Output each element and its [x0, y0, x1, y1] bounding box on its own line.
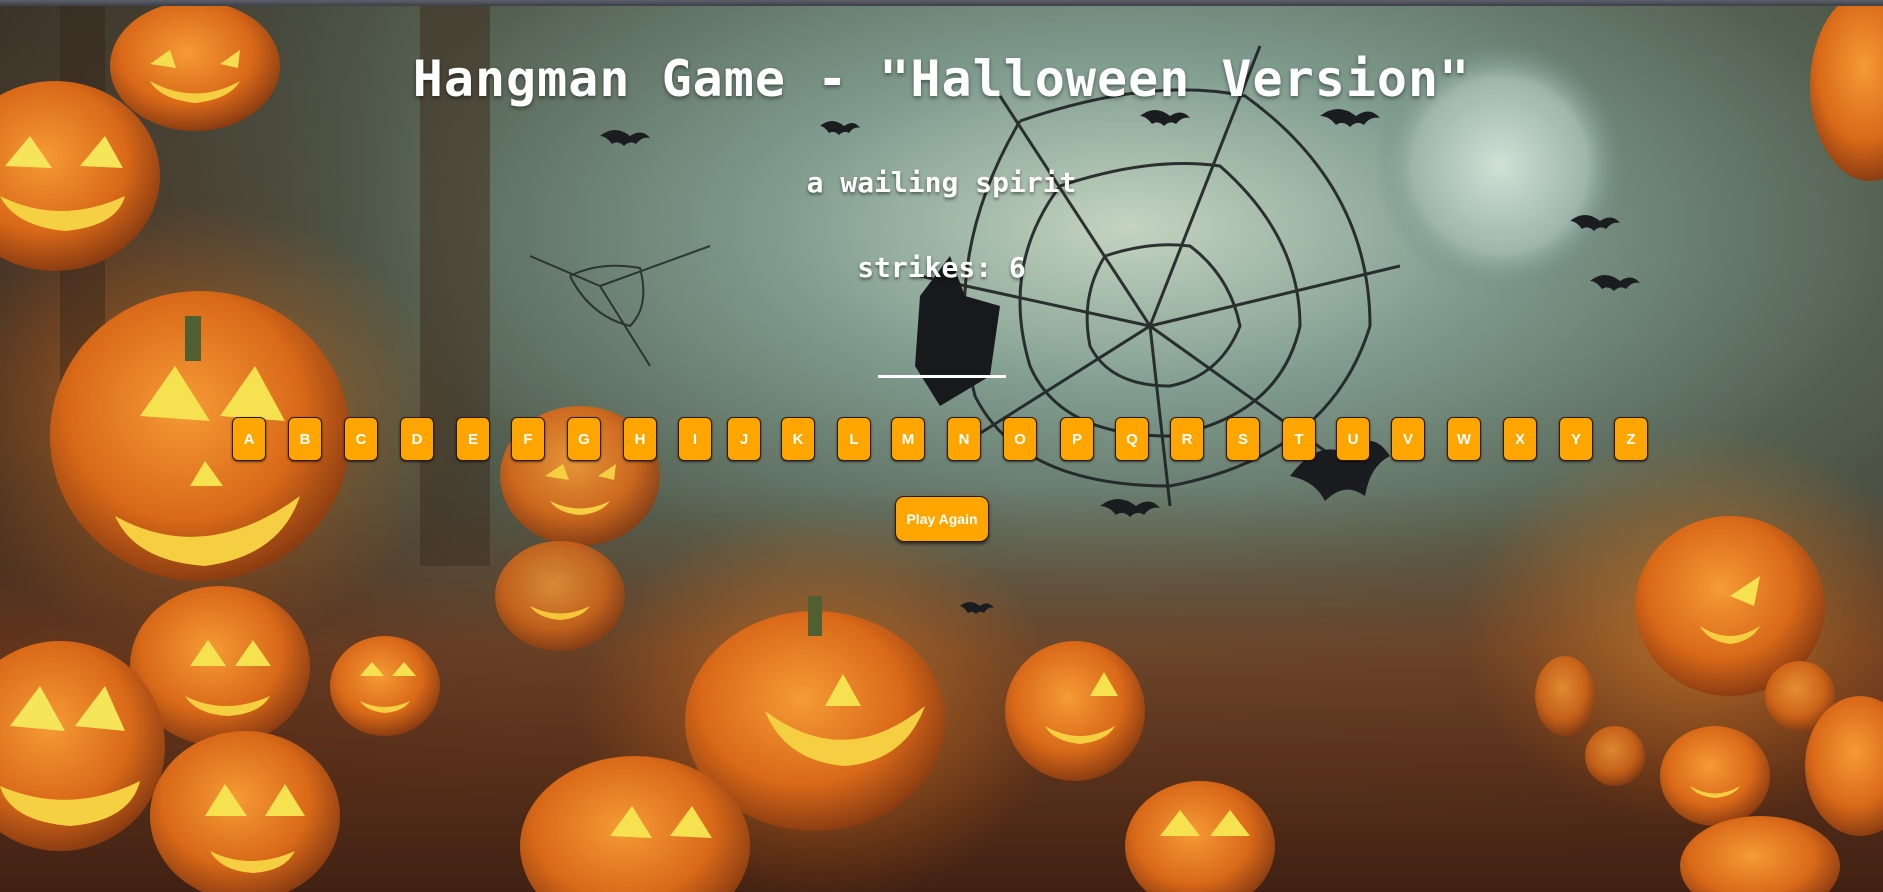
- letter-button-q[interactable]: Q: [1115, 417, 1149, 461]
- letter-button-z[interactable]: Z: [1614, 417, 1648, 461]
- letter-button-n[interactable]: N: [947, 417, 981, 461]
- letter-button-w[interactable]: W: [1447, 417, 1481, 461]
- window-top-edge: [0, 0, 1883, 6]
- letter-button-o[interactable]: O: [1003, 417, 1037, 461]
- play-again-button[interactable]: Play Again: [895, 496, 989, 542]
- letter-button-d[interactable]: D: [400, 417, 434, 461]
- letter-button-c[interactable]: C: [344, 417, 378, 461]
- letter-button-j[interactable]: J: [727, 417, 761, 461]
- strikes-counter: strikes: 6: [857, 251, 1026, 284]
- letter-button-a[interactable]: A: [232, 417, 266, 461]
- letter-button-i[interactable]: I: [678, 417, 712, 461]
- browser-viewport: Hangman Game - "Halloween Version" a wai…: [0, 0, 1883, 892]
- letter-button-l[interactable]: L: [837, 417, 871, 461]
- letter-button-k[interactable]: K: [781, 417, 815, 461]
- letter-button-t[interactable]: T: [1282, 417, 1316, 461]
- page-title: Hangman Game - "Halloween Version": [412, 50, 1471, 108]
- word-slots: [878, 375, 1006, 379]
- word-hint: a wailing spirit: [806, 166, 1077, 199]
- letter-keyboard: A B C D E F G H I J K L M N O P Q R S T …: [232, 417, 1652, 463]
- letter-button-x[interactable]: X: [1503, 417, 1537, 461]
- letter-button-p[interactable]: P: [1060, 417, 1094, 461]
- letter-button-g[interactable]: G: [567, 417, 601, 461]
- hangman-game: Hangman Game - "Halloween Version" a wai…: [0, 6, 1883, 892]
- word-slot: [878, 375, 1006, 378]
- letter-button-e[interactable]: E: [456, 417, 490, 461]
- letter-button-y[interactable]: Y: [1559, 417, 1593, 461]
- letter-button-v[interactable]: V: [1391, 417, 1425, 461]
- letter-button-s[interactable]: S: [1226, 417, 1260, 461]
- letter-button-h[interactable]: H: [623, 417, 657, 461]
- letter-button-u[interactable]: U: [1336, 417, 1370, 461]
- letter-button-r[interactable]: R: [1170, 417, 1204, 461]
- letter-button-b[interactable]: B: [288, 417, 322, 461]
- letter-button-f[interactable]: F: [511, 417, 545, 461]
- letter-button-m[interactable]: M: [891, 417, 925, 461]
